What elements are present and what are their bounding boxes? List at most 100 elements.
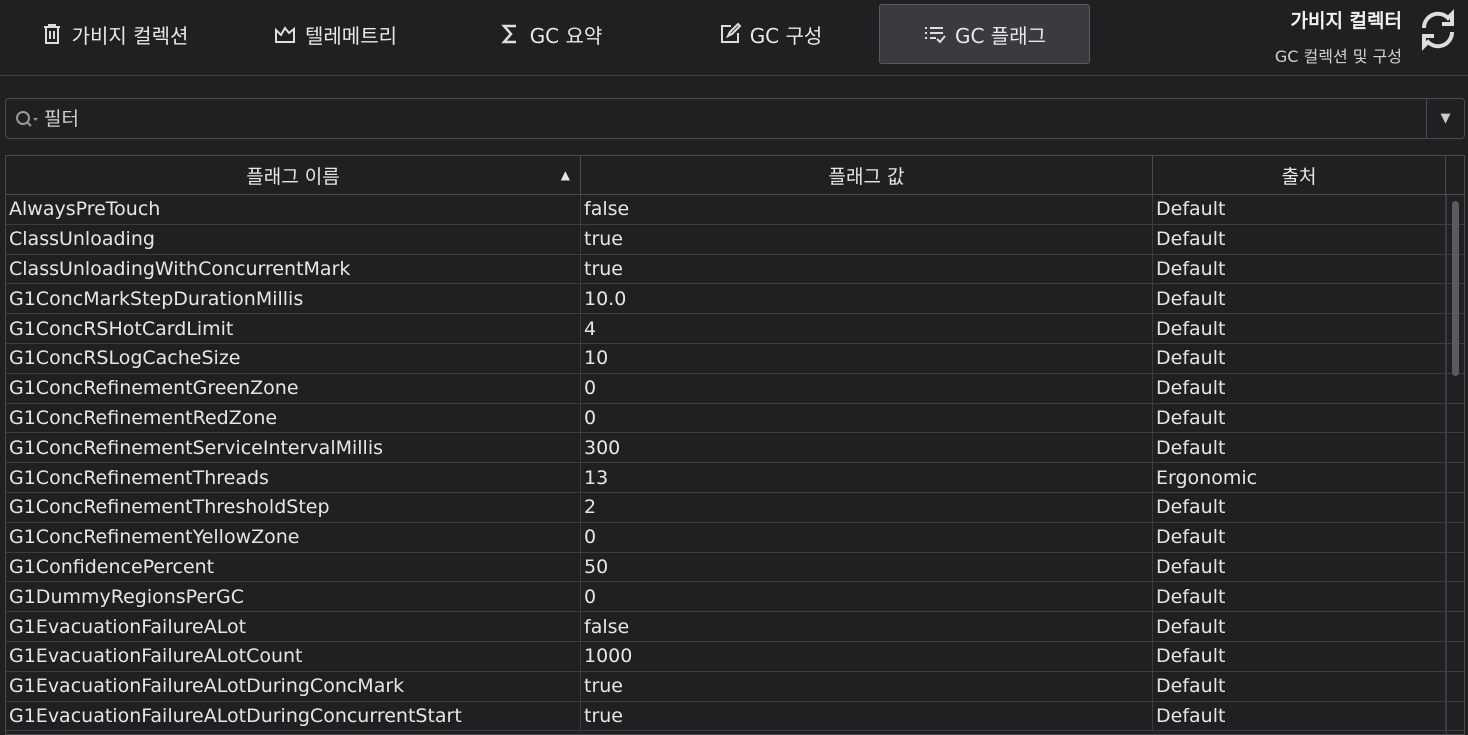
flag-value-cell: 13 [581,463,1153,492]
table-row[interactable]: ClassUnloadingWithConcurrentMark true Defa… [6,254,1464,285]
column-header-flag-name[interactable]: 플래그 이름 ▲ [6,156,581,194]
flag-name-cell: G1ConcRefinementYellowZone [6,522,581,552]
tab-gc-config[interactable]: GC 구성 [690,4,850,64]
table-row[interactable]: AlwaysPreTouch false Default [6,195,1464,225]
chart-area-icon [275,26,295,43]
tab-label: GC 플래그 [954,23,1047,48]
origin-cell: Default [1153,195,1446,224]
trash-icon [43,24,60,44]
tab-label: GC 요약 [529,23,603,48]
tab-gc-summary[interactable]: GC 요약 [470,4,630,64]
tab-label: 텔레메트리 [305,23,397,48]
origin-cell: Default [1153,433,1446,463]
flag-value-cell: true [581,701,1153,731]
table-row[interactable]: G1DummyRegionsPerGC 0 Default [6,582,1464,613]
flag-name-cell: ClassUnloading [6,224,581,254]
origin-cell: Default [1153,671,1446,701]
origin-cell: Default [1153,314,1446,343]
table-header: 플래그 이름 ▲ 플래그 값 출처 [6,156,1464,195]
flags-table: 플래그 이름 ▲ 플래그 값 출처 AlwaysPreTouch false Defa… [5,155,1465,735]
flag-name-cell: G1ConcRefinementRedZone [6,403,581,433]
flag-value-cell: true [581,224,1153,254]
tab-label: 가비지 컬렉션 [71,23,189,48]
panel-title: 가비지 컬렉터 GC 컬렉션 및 구성 [1275,6,1402,67]
flag-name-cell: G1EvacuationFailureALotDuringConcMark [6,671,581,701]
flag-value-cell: 10 [581,343,1153,373]
flag-name-cell: G1DummyRegionsPerGC [6,582,581,612]
origin-cell: Default [1153,701,1446,731]
column-header-flag-value[interactable]: 플래그 값 [581,156,1153,194]
filter-box: ▼ [5,98,1465,139]
flag-name-cell: G1EvacuationFailureALotCount [6,641,581,671]
table-row[interactable]: ClassUnloading true Default [6,224,1464,255]
column-label: 출처 [1281,165,1317,188]
table-row[interactable]: G1EvacuationFailureALotDuringConcurrentS… [6,701,1464,732]
origin-cell: Default [1153,552,1446,582]
flag-value-cell: 1000 [581,641,1153,671]
tab-label: GC 구성 [749,23,823,48]
table-row[interactable]: G1ConcRSHotCardLimit 4 Default [6,314,1464,344]
flag-value-cell: false [581,612,1153,641]
origin-cell: Default [1153,612,1446,641]
flag-name-cell: G1ConcRefinementGreenZone [6,373,581,403]
flag-name-cell: G1ConcRSHotCardLimit [6,314,581,343]
flag-name-cell: ClassUnloadingWithConcurrentMark [6,254,581,284]
origin-cell: Default [1153,224,1446,254]
vertical-scrollbar[interactable] [1446,195,1464,734]
refresh-icon[interactable] [1414,6,1462,54]
list-check-icon [924,27,946,44]
scrollbar-thumb[interactable] [1452,201,1459,376]
table-row[interactable]: G1ConcRefinementYellowZone 0 Default [6,522,1464,553]
table-body: AlwaysPreTouch false Default ClassUnloading… [6,195,1464,732]
flag-name-cell: G1ConcMarkStepDurationMillis [6,284,581,314]
origin-cell: Default [1153,582,1446,612]
table-row[interactable]: G1ConcRefinementGreenZone 0 Default [6,373,1464,404]
filter-input[interactable] [40,107,1426,130]
origin-cell: Default [1153,641,1446,671]
origin-cell: Ergonomic [1153,463,1446,492]
tab-garbage-collection[interactable]: 가비지 컬렉션 [14,4,214,64]
flag-value-cell: 0 [581,582,1153,612]
flag-value-cell: 0 [581,403,1153,433]
search-icon [16,110,38,127]
origin-cell: Default [1153,403,1446,433]
flag-value-cell: 0 [581,522,1153,552]
flag-value-cell: 0 [581,373,1153,403]
flag-name-cell: G1ConcRefinementServiceIntervalMillis [6,433,581,463]
origin-cell: Default [1153,254,1446,284]
tab-gc-flags[interactable]: GC 플래그 [879,4,1090,64]
origin-cell: Default [1153,373,1446,403]
flag-value-cell: false [581,195,1153,224]
flag-name-cell: G1ConcRefinementThreads [6,463,581,492]
table-row[interactable]: G1ConcRefinementServiceIntervalMillis 300… [6,433,1464,464]
title: 가비지 컬렉터 [1290,10,1403,32]
flag-value-cell: 300 [581,433,1153,463]
table-row[interactable]: G1ConcRSLogCacheSize 10 Default [6,343,1464,374]
flag-value-cell: true [581,254,1153,284]
table-row[interactable]: G1ConcMarkStepDurationMillis 10.0 Default [6,284,1464,315]
toolbar: 가비지 컬렉션 텔레메트리 GC 요약 GC 구성 GC 플래그 가비지 컬렉터… [0,0,1468,76]
flag-value-cell: true [581,671,1153,701]
flag-name-cell: AlwaysPreTouch [6,195,581,224]
flag-value-cell: 2 [581,492,1153,522]
column-label: 플래그 이름 [246,165,340,188]
edit-icon [720,22,742,43]
flag-name-cell: G1ConcRefinementThresholdStep [6,492,581,522]
table-row[interactable]: G1ConcRefinementRedZone 0 Default [6,403,1464,434]
column-header-origin[interactable]: 출처 [1153,156,1446,194]
table-row[interactable]: G1ConcRefinementThresholdStep 2 Default [6,492,1464,523]
sort-ascending-icon: ▲ [560,168,570,182]
subtitle: GC 컬렉션 및 구성 [1274,47,1402,66]
origin-cell: Default [1153,343,1446,373]
table-row[interactable]: G1EvacuationFailureALotCount 1000 Default [6,641,1464,672]
flag-name-cell: G1EvacuationFailureALotDuringConcurrentS… [6,701,581,731]
table-row[interactable]: G1ConfidencePercent 50 Default [6,552,1464,583]
table-row[interactable]: G1ConcRefinementThreads 13 Ergonomic [6,463,1464,493]
filter-dropdown-button[interactable]: ▼ [1426,99,1464,138]
origin-cell: Default [1153,492,1446,522]
table-row[interactable]: G1EvacuationFailureALotDuringConcMark tru… [6,671,1464,702]
origin-cell: Default [1153,522,1446,552]
flag-value-cell: 50 [581,552,1153,582]
tab-telemetry[interactable]: 텔레메트리 [250,4,420,64]
table-row[interactable]: G1EvacuationFailureALot false Default [6,612,1464,642]
